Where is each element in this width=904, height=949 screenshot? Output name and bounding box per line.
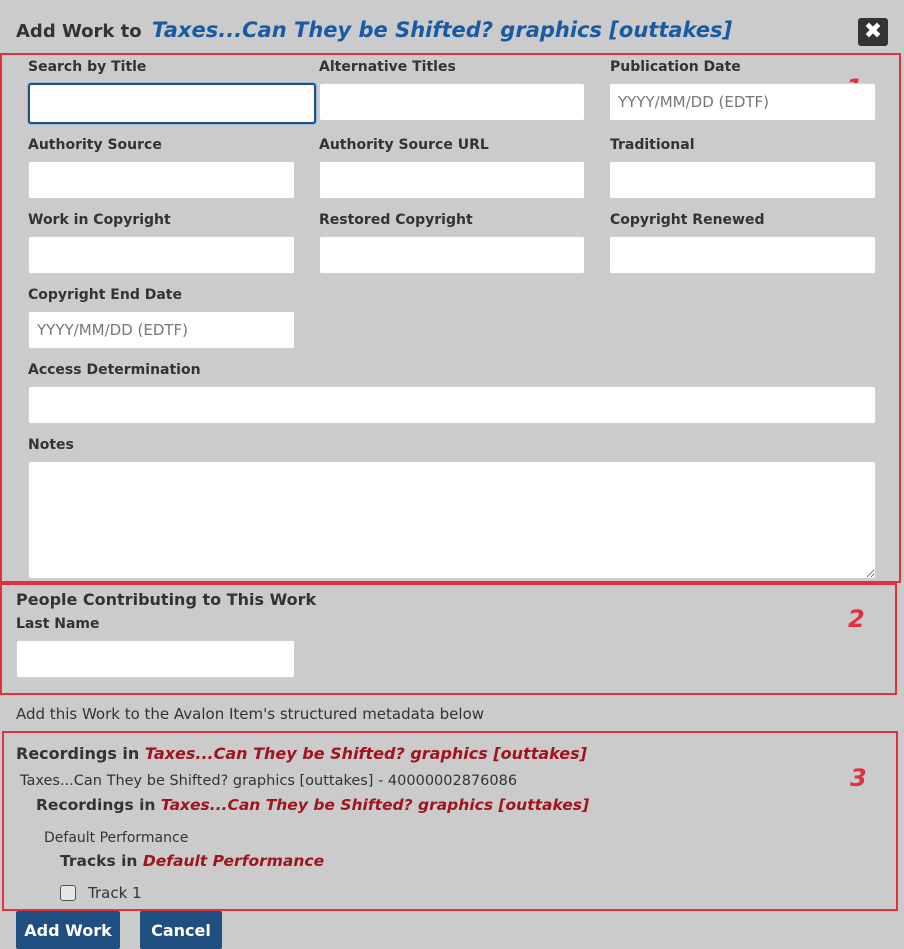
recordings-heading: Recordings in Taxes...Can They be Shifte… [16,744,587,763]
dialog-title-item: Taxes...Can They be Shifted? graphics [o… [151,18,733,42]
notes-textarea[interactable] [28,461,876,579]
dialog-title: Add Work to Taxes...Can They be Shifted?… [16,18,732,42]
publication-date-input[interactable] [609,83,876,121]
authority-source-input[interactable] [28,161,295,199]
dialog-title-prefix: Add Work to [16,21,142,42]
alternative-titles-label: Alternative Titles [319,59,456,75]
authority-source-url-input[interactable] [319,161,585,199]
recordings-heading-item: Taxes...Can They be Shifted? graphics [o… [144,744,587,763]
tracks-heading: Tracks in Default Performance [60,852,324,870]
recordings-subheading-prefix: Recordings in [36,796,156,814]
search-by-title-label: Search by Title [28,59,147,75]
recordings-subheading: Recordings in Taxes...Can They be Shifte… [36,796,589,814]
restored-copyright-input[interactable] [319,236,585,274]
add-work-button[interactable]: Add Work [16,911,120,949]
work-in-copyright-input[interactable] [28,236,295,274]
performance-label: Default Performance [44,830,189,846]
work-in-copyright-label: Work in Copyright [28,212,171,228]
authority-source-label: Authority Source [28,137,162,153]
close-button[interactable]: ✖ [858,18,888,46]
copyright-renewed-label: Copyright Renewed [610,212,765,228]
recordings-subheading-item: Taxes...Can They be Shifted? graphics [o… [160,796,590,814]
instructions-text: Add this Work to the Avalon Item's struc… [16,705,485,723]
close-icon: ✖ [863,19,883,44]
publication-date-label: Publication Date [610,59,741,75]
annotation-number-2: 2 [848,605,865,633]
cancel-button[interactable]: Cancel [140,911,222,949]
recording-item-line: Taxes...Can They be Shifted? graphics [o… [20,773,518,789]
search-by-title-input[interactable] [28,83,316,124]
authority-source-url-label: Authority Source URL [319,137,489,153]
recordings-heading-prefix: Recordings in [16,744,140,763]
notes-label: Notes [28,437,74,453]
tracks-heading-prefix: Tracks in [60,852,138,870]
track-label: Track 1 [88,884,142,902]
track-checkbox[interactable] [60,885,76,901]
access-determination-input[interactable] [28,386,876,424]
annotation-number-3: 3 [850,764,867,792]
copyright-end-date-label: Copyright End Date [28,287,182,303]
people-heading: People Contributing to This Work [16,590,317,609]
alternative-titles-input[interactable] [319,83,585,121]
restored-copyright-label: Restored Copyright [319,212,473,228]
last-name-label: Last Name [16,616,100,632]
copyright-end-date-input[interactable] [28,311,295,349]
traditional-label: Traditional [610,137,695,153]
traditional-input[interactable] [609,161,876,199]
last-name-input[interactable] [16,640,295,678]
access-determination-label: Access Determination [28,362,201,378]
tracks-heading-item: Default Performance [142,852,325,870]
copyright-renewed-input[interactable] [609,236,876,274]
